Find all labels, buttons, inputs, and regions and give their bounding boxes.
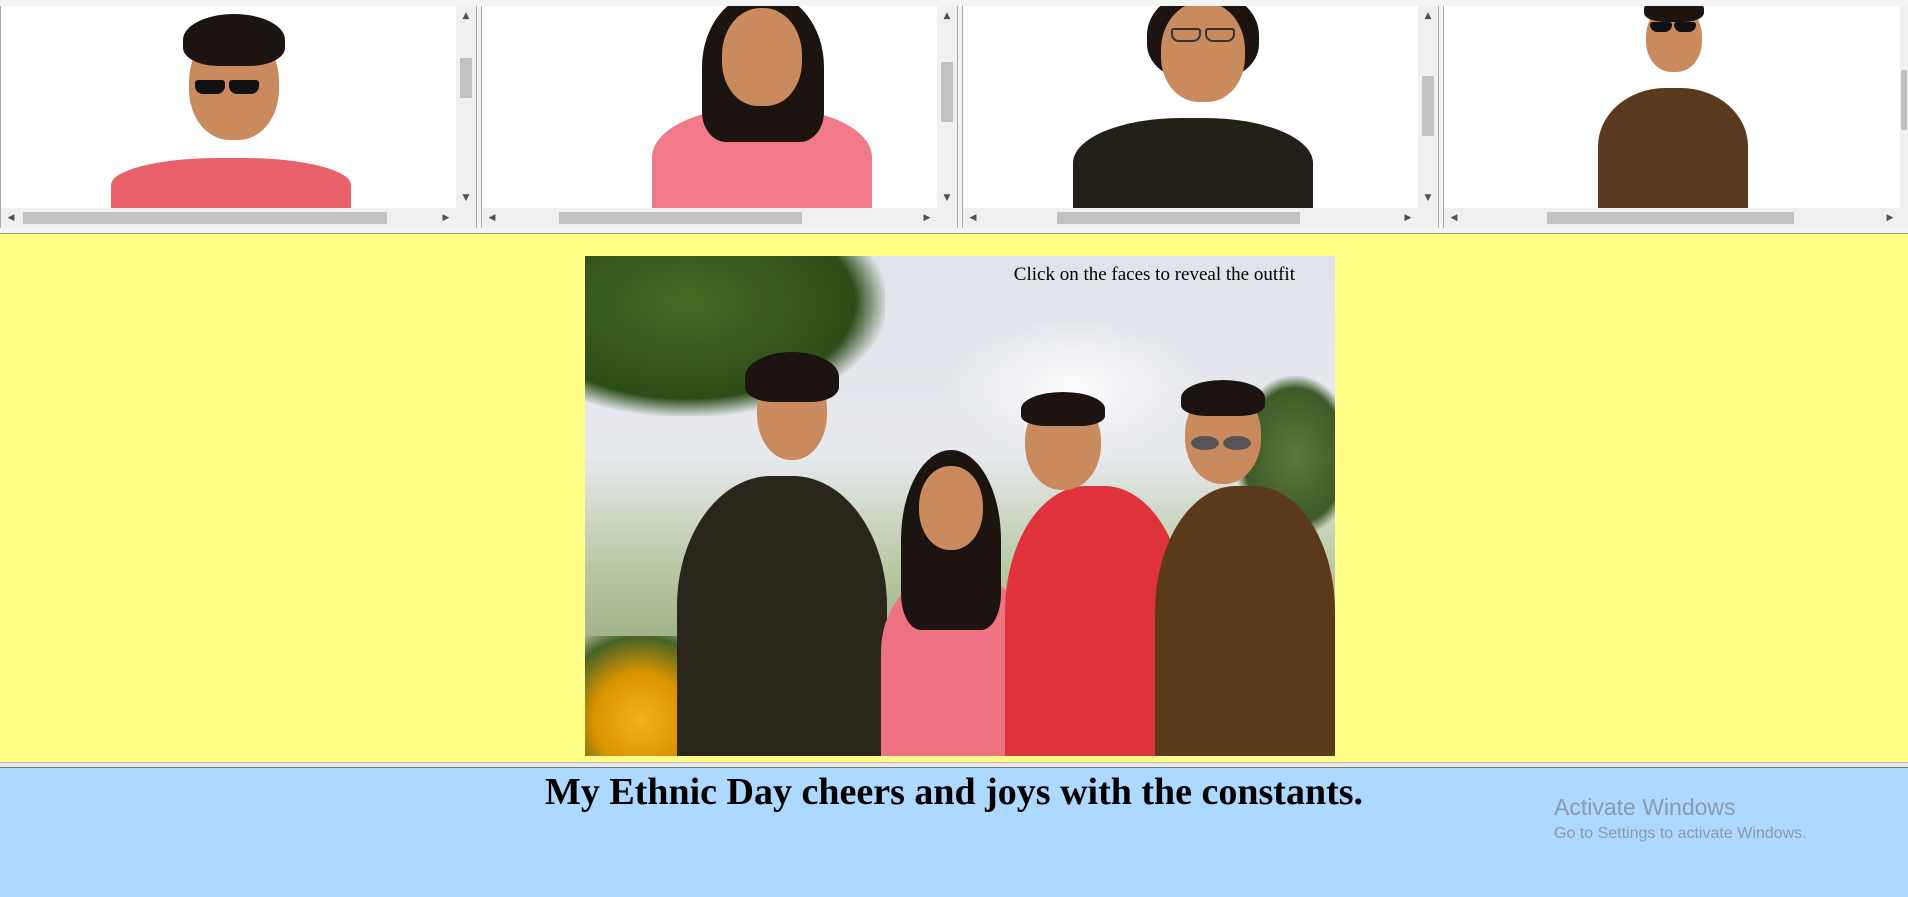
- scroll-left-arrow-icon[interactable]: ◀: [963, 208, 983, 228]
- frames-strip: ▲ ▼ ◀ ▶ ▲ ▼ ◀ ▶ ▲ ▼ ◀ ▶ ◀ ▶: [0, 0, 1908, 234]
- windows-activation-watermark: Activate Windows Go to Settings to activ…: [1554, 794, 1807, 843]
- scroll-right-arrow-icon[interactable]: ▶: [1398, 208, 1418, 228]
- frame-person-2[interactable]: ▲ ▼ ◀ ▶: [481, 6, 958, 228]
- face-person-3-outfit[interactable]: [677, 476, 887, 756]
- scroll-down-arrow-icon[interactable]: ▼: [456, 188, 476, 208]
- main-section: Click on the faces to reveal the outfit: [0, 234, 1908, 762]
- person-portrait[interactable]: [1063, 6, 1323, 208]
- scroll-up-arrow-icon[interactable]: ▲: [1418, 6, 1438, 26]
- frame-view: [1444, 6, 1900, 208]
- scroll-right-arrow-icon[interactable]: ▶: [436, 208, 456, 228]
- horizontal-scrollbar[interactable]: ◀ ▶: [963, 208, 1438, 228]
- frame-view: [1, 6, 456, 208]
- glasses-icon: [1171, 28, 1235, 42]
- scroll-thumb[interactable]: [1422, 76, 1434, 136]
- scroll-thumb[interactable]: [1901, 70, 1907, 130]
- scroll-thumb[interactable]: [23, 212, 387, 224]
- scroll-right-arrow-icon[interactable]: ▶: [1880, 208, 1900, 228]
- scroll-up-arrow-icon[interactable]: ▲: [456, 6, 476, 26]
- scroll-thumb[interactable]: [559, 212, 802, 224]
- scroll-thumb[interactable]: [1057, 212, 1300, 224]
- watermark-line-2: Go to Settings to activate Windows.: [1554, 825, 1807, 842]
- vertical-scrollbar[interactable]: [1900, 6, 1908, 208]
- frame-person-1[interactable]: ▲ ▼ ◀ ▶: [0, 6, 477, 228]
- sunglasses-icon: [195, 80, 259, 94]
- group-photo[interactable]: Click on the faces to reveal the outfit: [585, 256, 1335, 756]
- vertical-scrollbar[interactable]: ▲ ▼: [1418, 6, 1438, 208]
- scroll-thumb[interactable]: [941, 62, 953, 122]
- scroll-thumb[interactable]: [1547, 212, 1794, 224]
- instruction-caption: Click on the faces to reveal the outfit: [1013, 264, 1295, 285]
- frame-person-3[interactable]: ▲ ▼ ◀ ▶: [962, 6, 1439, 228]
- horizontal-scrollbar[interactable]: ◀ ▶: [1, 208, 476, 228]
- footer-section: My Ethnic Day cheers and joys with the c…: [0, 768, 1908, 897]
- scroll-thumb[interactable]: [460, 58, 472, 98]
- horizontal-scrollbar[interactable]: ◀ ▶: [482, 208, 957, 228]
- sunglasses-icon: [1191, 436, 1251, 450]
- tree-decoration: [585, 256, 885, 416]
- sunglasses-icon: [1650, 22, 1696, 36]
- scroll-down-arrow-icon[interactable]: ▼: [937, 188, 957, 208]
- frame-person-4[interactable]: ◀ ▶: [1443, 6, 1908, 228]
- person-portrait[interactable]: [101, 8, 361, 208]
- face-person-4-outfit[interactable]: [1155, 486, 1335, 756]
- scroll-up-arrow-icon[interactable]: ▲: [937, 6, 957, 26]
- scroll-left-arrow-icon[interactable]: ◀: [1444, 208, 1464, 228]
- scroll-right-arrow-icon[interactable]: ▶: [917, 208, 937, 228]
- face-person-2[interactable]: [919, 466, 983, 550]
- watermark-line-1: Activate Windows: [1554, 794, 1736, 820]
- scroll-left-arrow-icon[interactable]: ◀: [1, 208, 21, 228]
- person-portrait[interactable]: [642, 6, 882, 208]
- person-portrait[interactable]: [1574, 6, 1774, 208]
- vertical-scrollbar[interactable]: ▲ ▼: [456, 6, 476, 208]
- scroll-left-arrow-icon[interactable]: ◀: [482, 208, 502, 228]
- horizontal-scrollbar[interactable]: ◀ ▶: [1444, 208, 1908, 228]
- frame-view: [482, 6, 937, 208]
- scroll-down-arrow-icon[interactable]: ▼: [1418, 188, 1438, 208]
- frame-view: [963, 6, 1418, 208]
- vertical-scrollbar[interactable]: ▲ ▼: [937, 6, 957, 208]
